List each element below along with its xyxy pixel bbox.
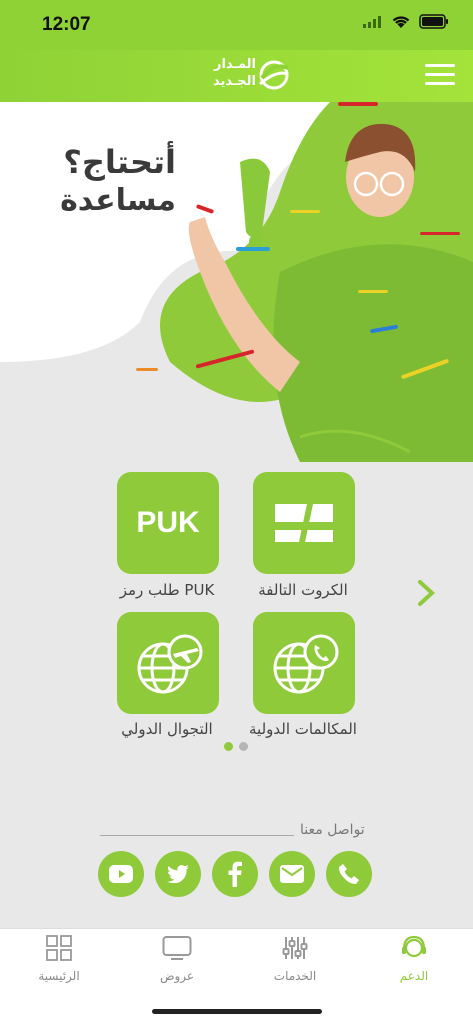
support-icon	[402, 935, 426, 958]
puk-text-icon: PUK	[136, 506, 200, 539]
tv-icon	[162, 936, 192, 960]
logo-swirl-icon	[259, 60, 289, 90]
tab-services-label: الخدمات	[273, 969, 317, 983]
menu-bar	[425, 82, 455, 85]
status-bar: 12:07	[0, 0, 473, 50]
damaged-card-icon	[275, 504, 333, 542]
menu-button[interactable]	[425, 64, 455, 86]
international-calls-label: المكالمات الدولية	[249, 720, 357, 738]
tab-services[interactable]: الخدمات	[250, 935, 340, 983]
international-roaming-button[interactable]	[117, 612, 219, 714]
app-header: المـدار الجـديد	[0, 50, 473, 102]
international-roaming-label: التجوال الدولي	[121, 720, 213, 738]
wifi-icon	[392, 16, 410, 28]
tab-home[interactable]: الرئيسية	[14, 935, 104, 983]
tab-support-label: الدعم	[399, 969, 429, 983]
home-indicator	[152, 1009, 322, 1014]
facebook-icon	[228, 861, 242, 887]
phone-button[interactable]	[326, 851, 372, 897]
damaged-cards-button[interactable]	[253, 472, 355, 574]
hero-line-2: مساعدة	[60, 183, 176, 218]
tab-offers[interactable]: عروض	[132, 935, 222, 983]
twitter-icon	[167, 865, 189, 883]
menu-bar	[425, 73, 455, 76]
email-icon	[280, 865, 304, 883]
hero-title: أتحتاج؟ مساعدة	[36, 142, 176, 220]
tab-support[interactable]: الدعم	[369, 935, 459, 983]
globe-phone-icon	[273, 634, 339, 694]
grid-icon	[46, 935, 72, 961]
facebook-button[interactable]	[212, 851, 258, 897]
pagination-dots	[224, 742, 248, 751]
battery-icon	[419, 14, 448, 29]
youtube-icon	[109, 865, 133, 883]
logo-line-2: الجـديد	[212, 74, 256, 89]
youtube-button[interactable]	[98, 851, 144, 897]
damaged-cards-label: الكروت التالفة	[258, 581, 348, 599]
status-time: 12:07	[42, 14, 91, 35]
sliders-icon	[282, 937, 308, 959]
social-links	[98, 851, 372, 897]
phone-icon	[338, 864, 359, 885]
logo-text: المـدار الجـديد	[186, 56, 256, 90]
puk-request-label: طلب رمز PUK	[119, 581, 215, 599]
brand-logo: المـدار الجـديد	[186, 56, 290, 96]
hero-banner: أتحتاج؟ مساعدة	[0, 102, 473, 462]
tab-home-label: الرئيسية	[38, 969, 80, 983]
email-button[interactable]	[269, 851, 315, 897]
hero-line-1: أتحتاج؟	[63, 143, 176, 181]
next-page-arrow-icon[interactable]	[414, 578, 438, 608]
status-icons	[363, 14, 449, 29]
international-calls-button[interactable]	[253, 612, 355, 714]
contact-title: تواصل معنا	[300, 822, 365, 838]
logo-line-1: المـدار	[214, 57, 256, 72]
page-dot[interactable]	[239, 742, 248, 751]
twitter-button[interactable]	[155, 851, 201, 897]
menu-bar	[425, 64, 455, 67]
globe-plane-icon	[137, 634, 203, 694]
signal-icon	[363, 15, 381, 28]
tab-offers-label: عروض	[159, 969, 195, 983]
page-dot-active[interactable]	[224, 742, 233, 751]
contact-divider	[100, 835, 294, 836]
puk-request-button[interactable]: PUK	[117, 472, 219, 574]
